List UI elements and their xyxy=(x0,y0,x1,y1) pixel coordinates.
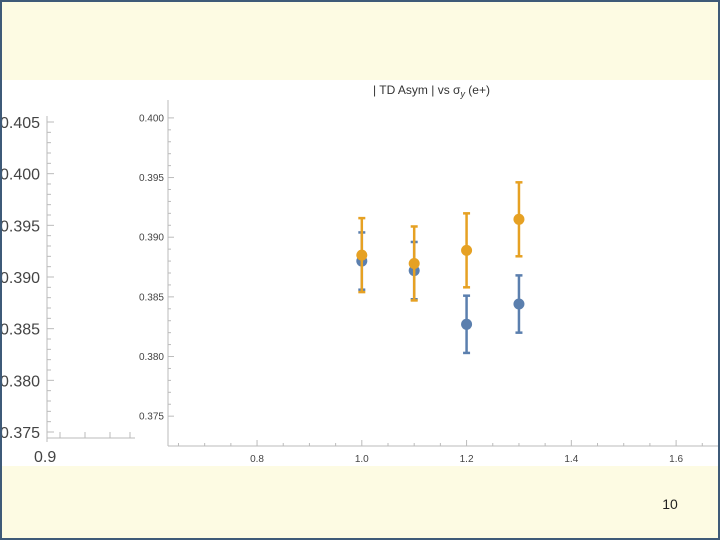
slide-frame xyxy=(0,0,720,540)
